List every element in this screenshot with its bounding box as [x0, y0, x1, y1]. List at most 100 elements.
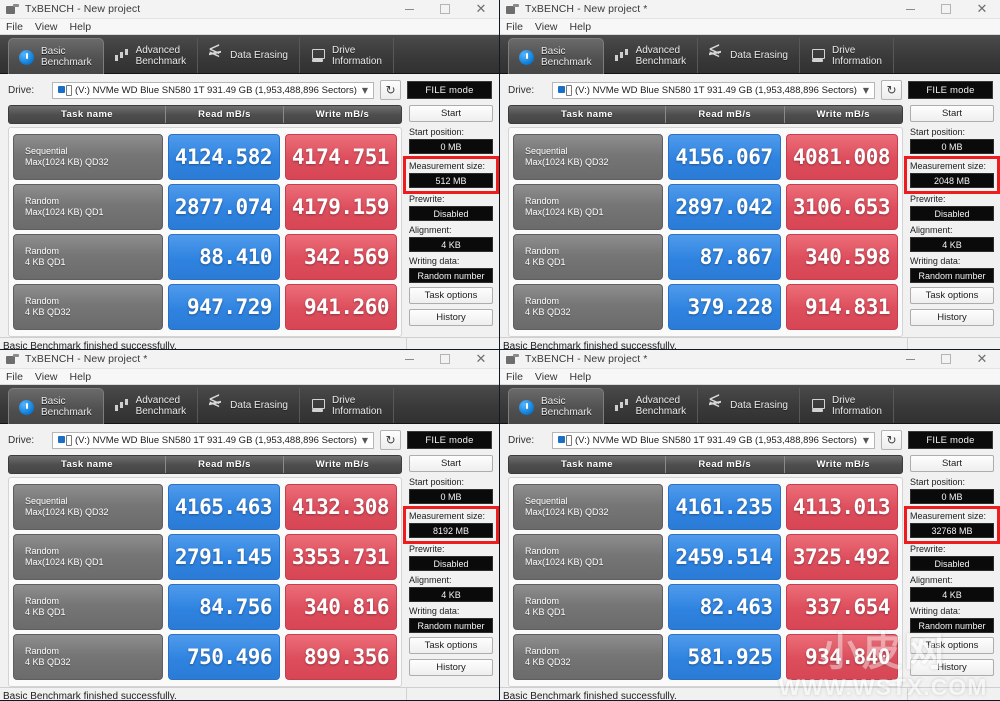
- prewrite-group: Prewrite: Disabled: [409, 544, 493, 575]
- maximize-button[interactable]: [928, 350, 964, 369]
- prewrite-value[interactable]: Disabled: [910, 556, 994, 571]
- drive-label: Drive:: [508, 434, 535, 446]
- minimize-button[interactable]: [391, 0, 427, 19]
- drive-select[interactable]: (V:) NVMe WD Blue SN580 1T 931.49 GB (1,…: [52, 431, 374, 449]
- tab-basic-benchmark[interactable]: Basic Benchmark: [508, 388, 604, 424]
- alignment-value[interactable]: 4 KB: [910, 587, 994, 602]
- refresh-button[interactable]: ↻: [881, 80, 902, 100]
- start-button[interactable]: Start: [409, 455, 493, 472]
- menu-help[interactable]: Help: [570, 371, 592, 383]
- read-value-cell: 88.410: [168, 234, 280, 280]
- file-mode-button[interactable]: FILE mode: [908, 81, 993, 99]
- table-header: Task name Read mB/s Write mB/s: [8, 105, 402, 124]
- tab-data-erasing[interactable]: Data Erasing: [698, 38, 800, 73]
- tab-drive-information[interactable]: Drive Information: [300, 38, 394, 73]
- menu-file[interactable]: File: [506, 371, 523, 383]
- close-button[interactable]: ✕: [463, 0, 499, 19]
- prewrite-value[interactable]: Disabled: [409, 206, 493, 221]
- drive-select[interactable]: (V:) NVMe WD Blue SN580 1T 931.49 GB (1,…: [52, 81, 374, 99]
- measurement-size-value[interactable]: 2048 MB: [910, 173, 994, 188]
- file-mode-button[interactable]: FILE mode: [407, 81, 492, 99]
- refresh-button[interactable]: ↻: [380, 80, 401, 100]
- tab-drive-information[interactable]: Drive Information: [800, 388, 894, 423]
- task-options-button[interactable]: Task options: [910, 287, 994, 304]
- start-button[interactable]: Start: [910, 455, 994, 472]
- task-options-button[interactable]: Task options: [409, 637, 493, 654]
- maximize-button[interactable]: [427, 0, 463, 19]
- history-button[interactable]: History: [409, 309, 493, 326]
- start-button[interactable]: Start: [409, 105, 493, 122]
- refresh-button[interactable]: ↻: [881, 430, 902, 450]
- tab-drive-information[interactable]: Drive Information: [300, 388, 394, 423]
- minimize-button[interactable]: [892, 0, 928, 19]
- start-position-value[interactable]: 0 MB: [409, 489, 493, 504]
- menu-view[interactable]: View: [35, 21, 58, 33]
- tab-basic-benchmark[interactable]: Basic Benchmark: [8, 388, 104, 424]
- tab-advanced-benchmark[interactable]: Advanced Benchmark: [604, 38, 699, 73]
- menu-file[interactable]: File: [506, 21, 523, 33]
- tab-drive-information[interactable]: Drive Information: [800, 38, 894, 73]
- history-button[interactable]: History: [910, 659, 994, 676]
- tab-advanced-benchmark[interactable]: Advanced Benchmark: [104, 38, 199, 73]
- minimize-button[interactable]: [892, 350, 928, 369]
- prewrite-value[interactable]: Disabled: [910, 206, 994, 221]
- task-name-line: 4 KB QD32: [525, 657, 571, 667]
- file-mode-button[interactable]: FILE mode: [908, 431, 993, 449]
- tab-strip: Basic Benchmark Advanced Benchmark Data …: [500, 385, 1000, 424]
- tab-data-erasing[interactable]: Data Erasing: [198, 388, 300, 423]
- menu-help[interactable]: Help: [570, 21, 592, 33]
- tab-advanced-benchmark[interactable]: Advanced Benchmark: [104, 388, 199, 423]
- file-mode-button[interactable]: FILE mode: [407, 431, 492, 449]
- alignment-value[interactable]: 4 KB: [409, 587, 493, 602]
- tab-basic-benchmark[interactable]: Basic Benchmark: [508, 38, 604, 74]
- start-position-value[interactable]: 0 MB: [409, 139, 493, 154]
- history-button[interactable]: History: [409, 659, 493, 676]
- start-button[interactable]: Start: [910, 105, 994, 122]
- tab-data-erasing[interactable]: Data Erasing: [698, 388, 800, 423]
- drive-select[interactable]: (V:) NVMe WD Blue SN580 1T 931.49 GB (1,…: [552, 431, 875, 449]
- writing-data-value[interactable]: Random number: [910, 268, 994, 283]
- tab-basic-benchmark[interactable]: Basic Benchmark: [8, 38, 104, 74]
- start-position-value[interactable]: 0 MB: [910, 489, 994, 504]
- menu-help[interactable]: Help: [70, 21, 92, 33]
- tab-advanced-benchmark[interactable]: Advanced Benchmark: [604, 388, 699, 423]
- results-table: Task name Read mB/s Write mB/s Sequentia…: [508, 105, 903, 337]
- task-name-line: Random: [25, 246, 60, 256]
- maximize-button[interactable]: [928, 0, 964, 19]
- measurement-size-value[interactable]: 8192 MB: [409, 523, 493, 538]
- writing-data-value[interactable]: Random number: [910, 618, 994, 633]
- measurement-size-value[interactable]: 32768 MB: [910, 523, 994, 538]
- panel-body: Drive: (V:) NVMe WD Blue SN580 1T 931.49…: [500, 74, 1000, 349]
- measurement-size-label: Measurement size:: [409, 161, 486, 171]
- refresh-button[interactable]: ↻: [380, 430, 401, 450]
- prewrite-value[interactable]: Disabled: [409, 556, 493, 571]
- writing-data-value[interactable]: Random number: [409, 618, 493, 633]
- minimize-button[interactable]: [391, 350, 427, 369]
- maximize-button[interactable]: [427, 350, 463, 369]
- menu-view[interactable]: View: [535, 371, 558, 383]
- menu-view[interactable]: View: [35, 371, 58, 383]
- close-button[interactable]: ✕: [463, 350, 499, 369]
- menu-file[interactable]: File: [6, 371, 23, 383]
- sidebar-bottom-buttons: Task options History: [409, 637, 493, 687]
- drive-select[interactable]: (V:) NVMe WD Blue SN580 1T 931.49 GB (1,…: [552, 81, 875, 99]
- tab-data-erasing[interactable]: Data Erasing: [198, 38, 300, 73]
- task-options-button[interactable]: Task options: [910, 637, 994, 654]
- write-value-cell: 337.654: [785, 584, 898, 630]
- task-name-cell: Random Max(1024 KB) QD1: [13, 534, 163, 580]
- writing-data-value[interactable]: Random number: [409, 268, 493, 283]
- close-button[interactable]: ✕: [964, 350, 1000, 369]
- history-button[interactable]: History: [910, 309, 994, 326]
- start-position-value[interactable]: 0 MB: [910, 139, 994, 154]
- menu-help[interactable]: Help: [70, 371, 92, 383]
- measurement-size-value[interactable]: 512 MB: [409, 173, 493, 188]
- task-name-line: Random: [525, 646, 560, 656]
- task-name-cell: Random 4 KB QD32: [513, 284, 663, 330]
- close-button[interactable]: ✕: [964, 0, 1000, 19]
- alignment-value[interactable]: 4 KB: [409, 237, 493, 252]
- task-name-cell: Sequential Max(1024 KB) QD32: [513, 134, 663, 180]
- alignment-value[interactable]: 4 KB: [910, 237, 994, 252]
- menu-file[interactable]: File: [6, 21, 23, 33]
- task-options-button[interactable]: Task options: [409, 287, 493, 304]
- menu-view[interactable]: View: [535, 21, 558, 33]
